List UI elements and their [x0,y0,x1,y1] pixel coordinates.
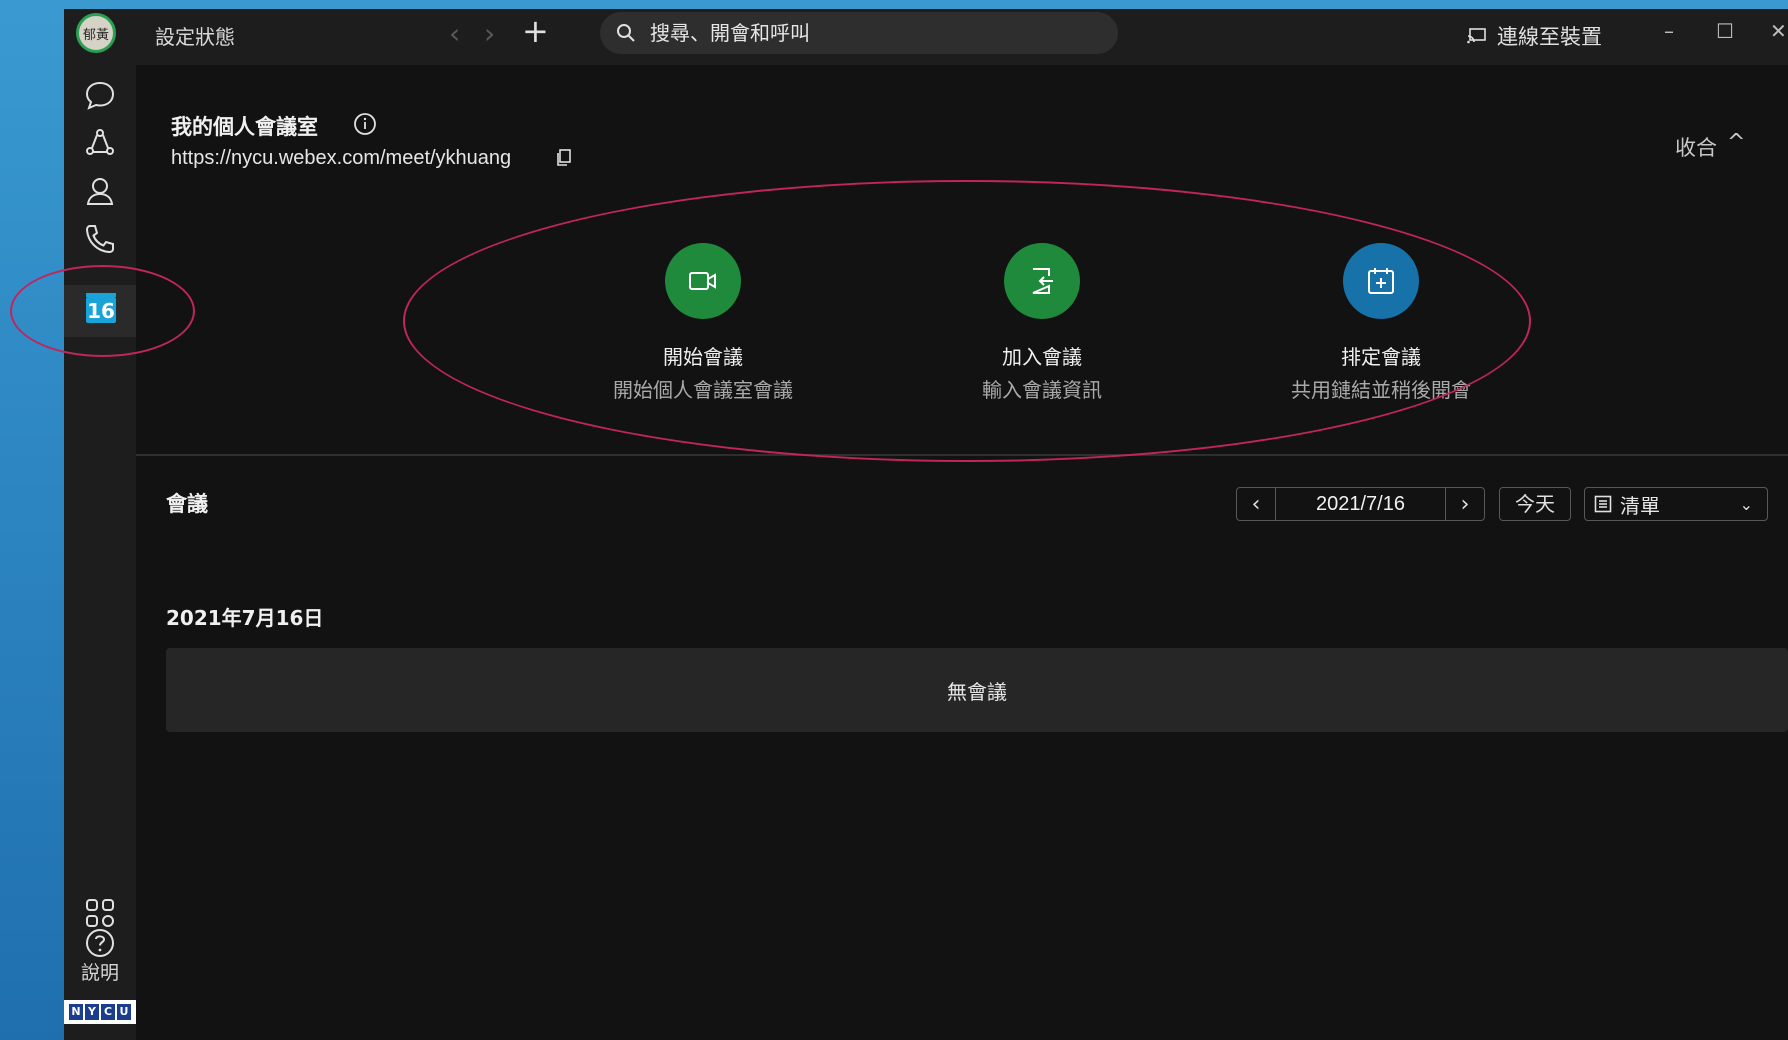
set-status-button[interactable]: 設定狀態 [155,21,235,50]
chevron-down-icon: ⌄ [1739,494,1753,514]
date-navigator: ‹ 2021/7/16 › [1236,487,1485,521]
search-bar[interactable] [600,12,1118,54]
day-heading: 2021年7月16日 [166,606,324,630]
join-meeting-circle[interactable] [1004,243,1080,319]
start-meeting-sub: 開始個人會議室會議 [613,378,793,402]
help-icon[interactable] [84,927,116,959]
join-meeting-label: 加入會議 [1002,345,1082,369]
info-icon[interactable] [353,112,377,136]
calendar-add-icon [1368,268,1394,294]
teams-icon[interactable] [84,127,116,159]
logo-letter: Y [85,1004,99,1020]
view-dropdown[interactable]: 清單 ⌄ [1584,487,1768,521]
video-camera-icon [689,272,716,290]
nycu-logo: N Y C U [64,1000,136,1024]
schedule-meeting-button[interactable]: 排定會議 共用鏈結並稍後開會 [1261,243,1501,403]
schedule-meeting-label: 排定會議 [1341,345,1421,369]
chevron-up-icon[interactable]: ^ [1727,130,1745,155]
connect-label: 連線至裝置 [1497,25,1602,49]
collapse-button[interactable]: 收合 [1675,132,1717,162]
start-meeting-label: 開始會議 [663,345,743,369]
plus-icon[interactable]: + [522,14,549,48]
logo-letter: U [117,1004,131,1020]
phone-icon[interactable] [84,223,116,255]
copy-icon[interactable] [556,149,572,167]
sidebar: 16 說明 N Y C U [64,65,136,1040]
meetings-panel: 我的個人會議室 https://nycu.webex.com/meet/ykhu… [136,65,1788,1040]
apps-grid-icon[interactable] [84,897,116,929]
help-label[interactable]: 說明 [64,958,136,985]
join-meeting-button[interactable]: 加入會議 輸入會議資訊 [922,243,1162,403]
cast-icon [1467,28,1486,44]
chevron-left-icon[interactable]: ‹ [1237,488,1276,520]
title-bar: 郁黃 設定狀態 ‹ › + 連線至裝置 – ☐ ✕ [64,9,1788,65]
meetings-title: 會議 [166,492,208,516]
start-meeting-button[interactable]: 開始會議 開始個人會議室會議 [583,243,823,403]
schedule-meeting-sub: 共用鏈結並稍後開會 [1291,378,1471,402]
no-meetings-card: 無會議 [166,648,1788,732]
no-meetings-label: 無會議 [947,679,1007,704]
contacts-icon[interactable] [84,175,116,207]
calendar-icon[interactable]: 16 [86,293,116,323]
view-selected-label: 清單 [1620,493,1660,518]
list-icon [1594,495,1612,513]
personal-room-url[interactable]: https://nycu.webex.com/meet/ykhuang [171,147,511,170]
logo-letter: N [69,1004,83,1020]
back-arrow-icon[interactable]: ‹ [449,17,460,50]
forward-arrow-icon[interactable]: › [484,17,495,50]
schedule-meeting-circle[interactable] [1343,243,1419,319]
section-divider [136,454,1788,456]
personal-room-title: 我的個人會議室 [171,115,318,139]
today-button[interactable]: 今天 [1499,487,1571,521]
search-icon [617,24,635,42]
connect-to-device-button[interactable]: 連線至裝置 [1467,21,1602,51]
chat-bubble-icon[interactable] [84,79,116,111]
minimize-icon[interactable]: – [1664,19,1674,43]
webex-window: 郁黃 設定狀態 ‹ › + 連線至裝置 – ☐ ✕ [64,9,1788,1040]
avatar[interactable]: 郁黃 [76,13,116,53]
close-icon[interactable]: ✕ [1770,19,1787,43]
logo-letter: C [101,1004,115,1020]
maximize-icon[interactable]: ☐ [1716,19,1734,43]
search-input[interactable] [648,12,1092,54]
join-meeting-sub: 輸入會議資訊 [982,378,1102,402]
start-meeting-circle[interactable] [665,243,741,319]
chevron-right-icon[interactable]: › [1445,488,1484,520]
join-door-icon [1032,268,1053,294]
date-value[interactable]: 2021/7/16 [1276,493,1445,516]
